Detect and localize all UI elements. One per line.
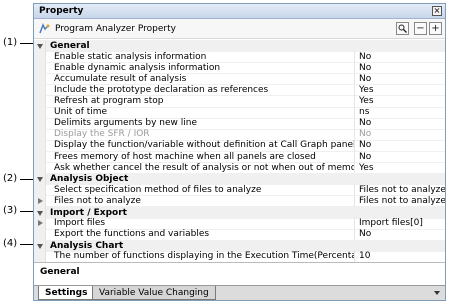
callout-3: (3): [3, 205, 46, 216]
row-gutter: [34, 250, 46, 263]
property-value[interactable]: Files not to analyze[0]: [355, 195, 445, 207]
property-name: Export the functions and variables: [46, 228, 355, 241]
callout-4: (4): [3, 238, 46, 249]
search-icon[interactable]: [396, 22, 409, 35]
minus-icon[interactable]: −: [414, 22, 427, 35]
property-value[interactable]: 10: [355, 250, 445, 262]
collapse-triangle-icon[interactable]: [37, 177, 43, 183]
expand-triangle-icon[interactable]: [38, 197, 43, 204]
callout-label: (3): [3, 205, 18, 216]
callout-label: (1): [3, 37, 18, 48]
tab-bar: Settings Variable Value Changing: [34, 285, 445, 300]
tab-settings[interactable]: Settings: [38, 286, 95, 300]
toolbar-title: Program Analyzer Property: [55, 23, 176, 34]
property-panel: Property × Program Analyzer Property − +…: [33, 3, 446, 301]
callout-1: (1): [3, 37, 46, 48]
property-value[interactable]: No: [355, 228, 445, 240]
plus-icon[interactable]: +: [429, 22, 442, 35]
row-gutter: [34, 161, 46, 174]
collapse-triangle-icon[interactable]: [37, 210, 43, 216]
row-gutter: [34, 228, 46, 241]
expand-triangle-icon[interactable]: [38, 220, 43, 227]
callout-label: (4): [3, 238, 18, 249]
property-grid: General Enable static analysis informatio…: [34, 40, 445, 263]
close-icon[interactable]: ×: [432, 6, 442, 16]
tab-variable-value-changing[interactable]: Variable Value Changing: [92, 286, 216, 300]
row-gutter: [34, 194, 46, 207]
chevron-down-icon[interactable]: [434, 291, 440, 295]
program-analyzer-icon: [38, 22, 50, 35]
panel-title: Property: [39, 6, 84, 16]
callout-2: (2): [3, 173, 46, 184]
property-toolbar: Program Analyzer Property − +: [34, 19, 445, 39]
property-name: Files not to analyze: [46, 194, 355, 207]
description-title: General: [40, 267, 80, 277]
callout-label: (2): [3, 173, 18, 184]
property-name: Ask whether cancel the result of analysi…: [46, 161, 355, 174]
toolbar-buttons: − +: [396, 22, 442, 35]
description-area: General: [34, 262, 445, 284]
panel-titlebar: Property ×: [34, 4, 445, 19]
property-name: The number of functions displaying in th…: [46, 250, 355, 263]
collapse-triangle-icon[interactable]: [37, 243, 43, 249]
collapse-triangle-icon[interactable]: [37, 44, 43, 49]
property-value[interactable]: Yes: [355, 162, 445, 174]
